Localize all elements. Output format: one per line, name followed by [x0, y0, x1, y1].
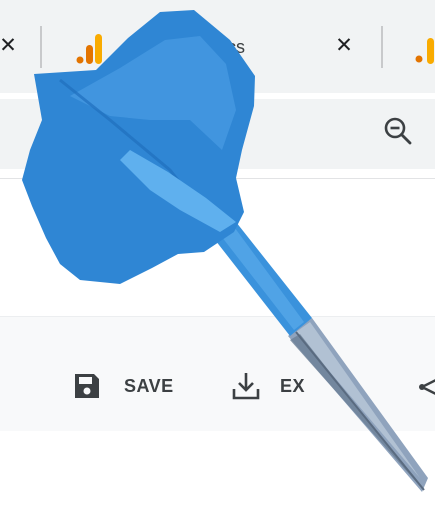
dart-icon — [22, 10, 428, 492]
